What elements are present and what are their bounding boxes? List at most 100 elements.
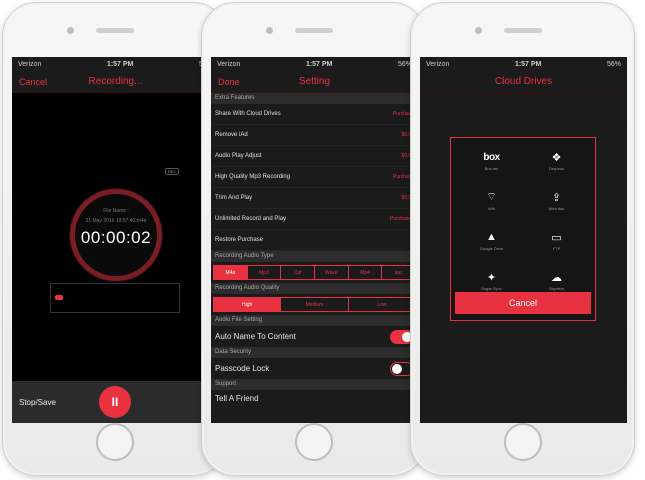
drive-grid: box Box.net ❖ Dropbox ⌔ Wifi ⇪ Web dav ▲… bbox=[459, 148, 589, 300]
section-header-security: Data Security bbox=[211, 347, 418, 358]
row-restore-purchase[interactable]: Restore Purchase bbox=[211, 230, 418, 251]
row-auto-name: Auto Name To Content bbox=[211, 326, 418, 347]
drive-label: Sugar Sync bbox=[481, 286, 502, 291]
speaker-grille bbox=[95, 28, 134, 33]
cloud-body: box Box.net ❖ Dropbox ⌔ Wifi ⇪ Web dav ▲… bbox=[420, 93, 627, 423]
row-label: Restore Purchase bbox=[215, 237, 264, 243]
drive-label: Wifi bbox=[488, 206, 495, 211]
segment-m4a[interactable]: M4a bbox=[214, 266, 248, 279]
pause-icon: II bbox=[111, 395, 119, 409]
front-camera bbox=[475, 27, 482, 34]
home-button[interactable] bbox=[294, 423, 333, 461]
waveform-area bbox=[50, 283, 180, 313]
cancel-button[interactable]: Cancel bbox=[19, 77, 47, 87]
audio-type-wrapper: M4a Mp3 Caf Wave Mp4 aac bbox=[211, 262, 418, 283]
done-button[interactable]: Done bbox=[218, 77, 240, 87]
webdav-icon: ⇪ bbox=[551, 191, 562, 204]
segment-mp3[interactable]: Mp3 bbox=[248, 266, 282, 279]
cloud-drives-screen: Verizon 1:57 PM 56% Cloud Drives box Box… bbox=[420, 57, 627, 423]
audio-type-segmented-control: M4a Mp3 Caf Wave Mp4 aac bbox=[213, 265, 416, 280]
recording-screen: Verizon 1:57 PM 56% Cancel Recording... … bbox=[12, 57, 219, 423]
row-label: Remove iAd bbox=[215, 132, 248, 138]
battery-label: 56% bbox=[606, 60, 621, 68]
rec-badge: REC bbox=[165, 168, 180, 175]
drive-google-drive[interactable]: ▲ Google Drive bbox=[459, 228, 524, 260]
row-tell-a-friend[interactable]: Tell A Friend › bbox=[211, 390, 418, 406]
skydrive-icon: ☁ bbox=[551, 271, 562, 284]
bottom-toolbar: Stop/Save II bbox=[12, 381, 219, 423]
elapsed-timer: 00:00:02 bbox=[80, 228, 152, 247]
cancel-button[interactable]: Cancel bbox=[455, 292, 591, 314]
segment-medium[interactable]: Medium bbox=[281, 298, 349, 311]
stop-save-button[interactable]: Stop/Save bbox=[19, 398, 56, 407]
drive-label: FTP bbox=[552, 246, 561, 251]
ftp-icon: ▭ bbox=[551, 231, 562, 244]
row-label: Unlimited Record and Play bbox=[215, 216, 287, 222]
drive-label: Box.net bbox=[484, 166, 499, 171]
nav-bar: Cancel Recording... bbox=[12, 71, 219, 93]
drive-wifi[interactable]: ⌔ Wifi bbox=[459, 188, 524, 220]
segment-high[interactable]: High bbox=[214, 298, 282, 311]
drive-label: Skydrive bbox=[548, 286, 565, 291]
row-label: Share With Cloud Drives bbox=[215, 111, 281, 117]
drive-dropbox[interactable]: ❖ Dropbox bbox=[524, 148, 589, 180]
row-label: Trim And Play bbox=[215, 195, 253, 201]
row-audio-play-adjust[interactable]: Audio Play Adjust $0.99 bbox=[211, 146, 418, 167]
home-button[interactable] bbox=[503, 423, 542, 461]
row-label: Passcode Lock bbox=[215, 364, 270, 373]
segment-wave[interactable]: Wave bbox=[315, 266, 349, 279]
section-header-audio-quality: Recording Audio Quality bbox=[211, 283, 418, 294]
pause-button[interactable]: II bbox=[99, 386, 131, 418]
status-bar: Verizon 1:57 PM 56% bbox=[12, 57, 219, 71]
nav-bar: Done Setting bbox=[211, 71, 418, 93]
cloud-drive-picker: box Box.net ❖ Dropbox ⌔ Wifi ⇪ Web dav ▲… bbox=[450, 137, 596, 321]
dropbox-icon: ❖ bbox=[551, 151, 562, 164]
home-button[interactable] bbox=[95, 423, 134, 461]
clock: 1:57 PM bbox=[514, 60, 542, 68]
setting-screen: Verizon 1:57 PM 56% Done Setting Extra F… bbox=[211, 57, 418, 423]
row-remove-iad[interactable]: Remove iAd $0.99 bbox=[211, 125, 418, 146]
segment-low[interactable]: Low bbox=[349, 298, 415, 311]
carrier-label: Verizon bbox=[426, 60, 450, 68]
audio-quality-segmented-control: High Medium Low bbox=[213, 297, 416, 312]
wifi-icon: ⌔ bbox=[486, 191, 497, 203]
page-title: Cloud Drives bbox=[494, 76, 553, 87]
front-camera bbox=[67, 27, 74, 34]
segment-mp4[interactable]: Mp4 bbox=[349, 266, 383, 279]
drive-label: Google Drive bbox=[479, 246, 504, 251]
row-unlimited-record[interactable]: Unlimited Record and Play Purchased bbox=[211, 209, 418, 230]
drive-label: Dropbox bbox=[548, 166, 565, 171]
row-trim-and-play[interactable]: Trim And Play $0.99 bbox=[211, 188, 418, 209]
section-header-support: Support bbox=[211, 379, 418, 390]
row-hq-mp3[interactable]: High Quality Mp3 Recording Purchase bbox=[211, 167, 418, 188]
front-camera bbox=[266, 27, 273, 34]
file-name-label: File Name : bbox=[103, 208, 129, 214]
drive-webdav[interactable]: ⇪ Web dav bbox=[524, 188, 589, 220]
carrier-label: Verizon bbox=[217, 60, 241, 68]
clock: 1:57 PM bbox=[106, 60, 134, 68]
drive-ftp[interactable]: ▭ FTP bbox=[524, 228, 589, 260]
row-label: Tell A Friend bbox=[215, 393, 259, 403]
file-name-value: 21 May 2016 13:57:40.m4a bbox=[85, 218, 147, 224]
row-share-cloud[interactable]: Share With Cloud Drives Purchase bbox=[211, 104, 418, 125]
google-drive-icon: ▲ bbox=[486, 231, 497, 243]
settings-list: Extra Features Share With Cloud Drives P… bbox=[211, 93, 418, 406]
drive-box[interactable]: box Box.net bbox=[459, 148, 524, 180]
audio-quality-wrapper: High Medium Low bbox=[211, 294, 418, 315]
sugarsync-icon: ✦ bbox=[486, 271, 497, 284]
segment-caf[interactable]: Caf bbox=[281, 266, 316, 279]
row-label: Auto Name To Content bbox=[215, 332, 296, 341]
section-header-extra-features: Extra Features bbox=[211, 93, 418, 104]
phone-cloud-drives: Verizon 1:57 PM 56% Cloud Drives box Box… bbox=[410, 2, 635, 476]
toggle-knob bbox=[392, 363, 402, 374]
nav-bar: Cloud Drives bbox=[420, 71, 627, 93]
status-bar: Verizon 1:57 PM 56% bbox=[420, 57, 627, 71]
row-passcode-lock: Passcode Lock bbox=[211, 358, 418, 379]
phone-setting: Verizon 1:57 PM 56% Done Setting Extra F… bbox=[201, 2, 426, 476]
carrier-label: Verizon bbox=[18, 60, 42, 68]
clock: 1:57 PM bbox=[305, 60, 333, 68]
row-label: Audio Play Adjust bbox=[215, 153, 262, 159]
phone-recording: Verizon 1:57 PM 56% Cancel Recording... … bbox=[2, 2, 227, 476]
speaker-grille bbox=[294, 28, 333, 33]
row-label: High Quality Mp3 Recording bbox=[215, 174, 291, 180]
